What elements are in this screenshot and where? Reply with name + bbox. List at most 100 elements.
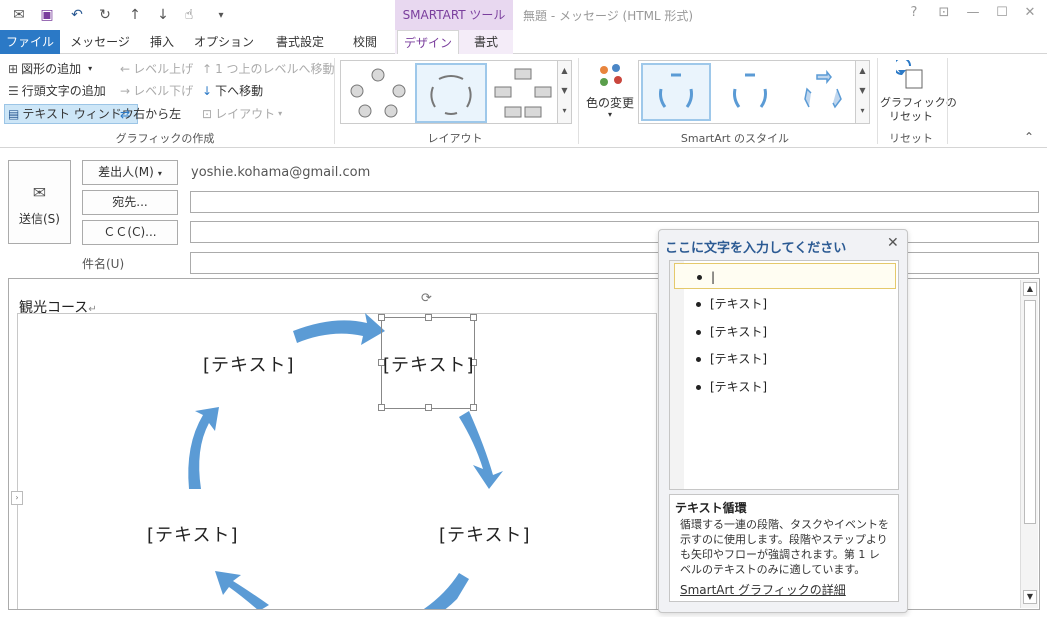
- group-label-reset: リセット: [889, 132, 933, 145]
- dropdown-arrow-icon: ▾: [607, 110, 612, 119]
- close-icon[interactable]: ✕: [887, 235, 899, 251]
- ribbon-display-button[interactable]: ⊡: [933, 5, 955, 25]
- smartart-tools-label: SMARTART ツール: [402, 8, 506, 22]
- send-icon: ✉: [32, 183, 47, 202]
- style-option-1[interactable]: [641, 63, 711, 121]
- from-button[interactable]: 差出人(M) ▾: [82, 160, 178, 185]
- expand-text-pane-icon[interactable]: ›: [11, 491, 23, 505]
- list-item[interactable]: [テキスト]: [696, 319, 767, 345]
- style-option-2[interactable]: [715, 63, 785, 121]
- smartart-text-pane: ここに文字を入力してください ✕ | [テキスト] [テキスト] [テキスト] …: [658, 229, 908, 613]
- group-label-create: グラフィックの作成: [115, 132, 215, 145]
- change-colors-button[interactable]: 色の変更 ▾: [586, 60, 634, 124]
- promote-button[interactable]: ← レベル上げ: [120, 59, 193, 79]
- to-button[interactable]: 宛先...: [82, 190, 178, 215]
- redo-icon[interactable]: ↻: [96, 6, 114, 24]
- cc-field[interactable]: [190, 221, 1039, 243]
- list-item[interactable]: [テキスト]: [696, 291, 767, 317]
- arrow-right-icon: →: [120, 84, 131, 98]
- tab-options[interactable]: オプション: [192, 30, 256, 54]
- text-pane-icon: ▤: [8, 107, 20, 121]
- touch-mode-icon[interactable]: ☝: [180, 6, 198, 24]
- add-bullet-button[interactable]: ☰ 行頭文字の追加: [8, 81, 106, 101]
- smartart-help-link[interactable]: SmartArt グラフィックの詳細: [680, 581, 846, 598]
- swap-icon: ⇄: [120, 107, 131, 121]
- palette-icon: [600, 64, 622, 86]
- scroll-up-icon[interactable]: ▲: [1023, 282, 1037, 296]
- tab-insert[interactable]: 挿入: [140, 30, 184, 54]
- help-button[interactable]: ?: [903, 5, 925, 25]
- undo-icon[interactable]: ↶: [68, 6, 86, 24]
- text-pane-title: ここに文字を入力してください: [665, 241, 847, 256]
- cycle-arrows: [188, 313, 503, 609]
- add-shape-button[interactable]: ⊞ 図形の追加 ▾: [8, 59, 92, 79]
- right-to-left-button[interactable]: ⇄ 右から左: [120, 104, 181, 124]
- arrow-down-icon[interactable]: ↓: [154, 6, 172, 24]
- tab-message[interactable]: メッセージ: [66, 30, 134, 54]
- add-bullet-icon: ☰: [8, 84, 19, 98]
- arrow-up-icon: ↑: [202, 62, 213, 76]
- move-down-button[interactable]: ↓ 下へ移動: [202, 81, 263, 101]
- smartart-node[interactable]: [テキスト]: [439, 521, 531, 547]
- close-button[interactable]: ✕: [1019, 5, 1041, 25]
- ribbon-tabs: ファイル メッセージ 挿入 オプション 書式設定 校閲: [0, 30, 1047, 54]
- send-button[interactable]: ✉ 送信(S): [8, 160, 71, 244]
- smartart-node-selected[interactable]: [テキスト]: [383, 351, 475, 377]
- layout-gallery-scroll[interactable]: ▲ ▼ ▾: [557, 61, 571, 123]
- tab-review[interactable]: 校閲: [342, 30, 388, 54]
- layout-button[interactable]: ⊡ レイアウト ▾: [202, 104, 282, 124]
- group-separator: [334, 58, 335, 144]
- smartart-styles-gallery: ▲ ▼ ▾: [638, 60, 870, 124]
- text-pane-description: テキスト循環 循環する一連の段階、タスクやイベントを示すのに使用します。段階やス…: [669, 494, 899, 602]
- tab-format[interactable]: 書式: [462, 30, 510, 54]
- window-title: 無題 - メッセージ (HTML 形式): [523, 9, 694, 23]
- group-separator: [578, 58, 579, 144]
- text-pane-list: | [テキスト] [テキスト] [テキスト] [テキスト]: [669, 260, 899, 490]
- smartart-node[interactable]: [テキスト]: [147, 521, 239, 547]
- reset-graphic-icon: [896, 60, 923, 89]
- scroll-thumb[interactable]: [1024, 300, 1036, 524]
- smartart-node[interactable]: [テキスト]: [203, 351, 295, 377]
- collapse-ribbon-icon[interactable]: ⌃: [1024, 130, 1034, 144]
- list-item-active[interactable]: |: [674, 263, 896, 289]
- tab-design[interactable]: デザイン: [397, 30, 459, 55]
- to-field[interactable]: [190, 191, 1039, 213]
- rotate-handle-icon[interactable]: ⟳: [421, 291, 432, 306]
- group-label-styles: SmartArt のスタイル: [680, 132, 790, 145]
- layout-name: テキスト循環: [675, 501, 747, 515]
- minimize-button[interactable]: —: [962, 5, 984, 25]
- arrow-left-icon: ←: [120, 62, 131, 76]
- maximize-button[interactable]: ☐: [991, 5, 1013, 25]
- subject-field[interactable]: [190, 252, 1039, 274]
- group-separator: [947, 58, 948, 144]
- outlook-icon: ✉: [13, 7, 25, 23]
- scroll-down-icon[interactable]: ▼: [1023, 590, 1037, 604]
- layout-option-cycle-basic[interactable]: [345, 65, 411, 121]
- demote-button[interactable]: → レベル下げ: [120, 81, 193, 101]
- layout-option-block-cycle[interactable]: [491, 65, 555, 121]
- body-scrollbar[interactable]: ▲ ▼: [1020, 280, 1038, 608]
- cc-button[interactable]: ＣＣ(C)...: [82, 220, 178, 245]
- customize-qat-icon[interactable]: ▾: [212, 6, 230, 24]
- add-shape-icon: ⊞: [8, 62, 19, 76]
- arrow-up-icon[interactable]: ↑: [126, 6, 144, 24]
- list-item[interactable]: [テキスト]: [696, 346, 767, 372]
- save-icon[interactable]: ▣: [38, 6, 56, 24]
- layout-icon: ⊡: [202, 107, 213, 121]
- style-option-3[interactable]: [789, 63, 853, 121]
- list-item[interactable]: [テキスト]: [696, 374, 767, 400]
- text-pane-button[interactable]: ▤ テキスト ウィンドウ: [4, 104, 138, 124]
- tab-format-text[interactable]: 書式設定: [264, 30, 336, 54]
- from-value: yoshie.kohama@gmail.com: [191, 165, 371, 180]
- move-up-button[interactable]: ↑ 1 つ上のレベルへ移動: [202, 59, 335, 79]
- group-label-layout: レイアウト: [427, 132, 483, 145]
- styles-gallery-scroll[interactable]: ▲ ▼ ▾: [855, 61, 869, 123]
- arrow-down-icon: ↓: [202, 84, 213, 98]
- tab-file[interactable]: ファイル: [0, 30, 60, 54]
- subject-label: 件名(U): [82, 257, 125, 271]
- layout-option-text-cycle[interactable]: [415, 63, 487, 123]
- reset-graphic-button[interactable]: グラフィックの リセット: [880, 58, 957, 126]
- group-separator: [877, 58, 878, 144]
- ribbon: ⊞ 図形の追加 ▾ ☰ 行頭文字の追加 ▤ テキスト ウィンドウ ← レベル上げ → レベル…: [0, 54, 1047, 148]
- layout-gallery: ▲ ▼ ▾: [340, 60, 572, 124]
